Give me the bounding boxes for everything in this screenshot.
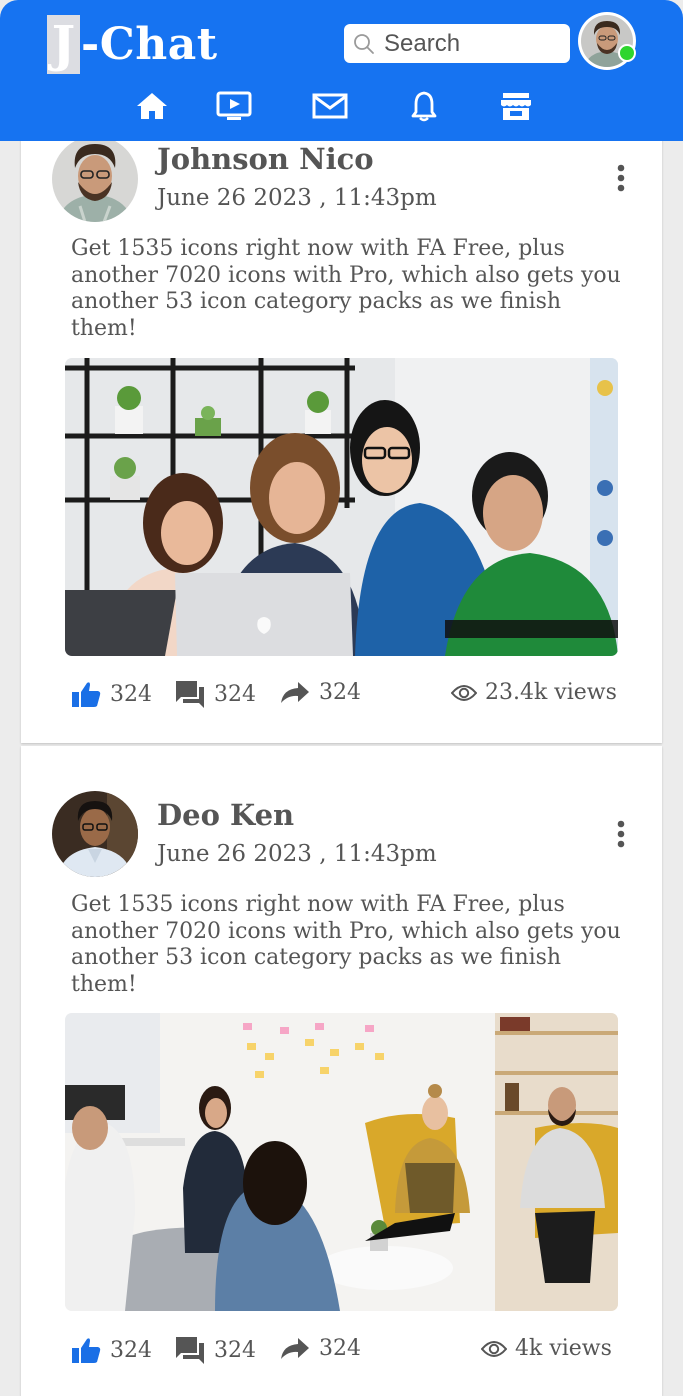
home-icon <box>137 93 167 119</box>
nav-messages[interactable] <box>310 86 350 126</box>
app-logo[interactable]: J -Chat <box>47 14 218 74</box>
online-status-dot <box>618 44 636 62</box>
post-text: Get 1535 icons right now with FA Free, p… <box>71 892 621 997</box>
more-vertical-icon <box>617 820 625 848</box>
nav-video[interactable] <box>214 86 254 126</box>
main-nav <box>0 86 683 126</box>
share-arrow-icon <box>281 1337 309 1359</box>
comment-button[interactable]: 324 <box>175 680 256 708</box>
thumbs-up-icon <box>72 1338 101 1363</box>
post-image[interactable] <box>65 358 618 656</box>
video-icon <box>216 91 252 120</box>
avatar-image <box>52 136 138 222</box>
share-button[interactable]: 324 <box>280 680 361 705</box>
search-input[interactable] <box>382 28 566 59</box>
share-count: 324 <box>319 1336 361 1361</box>
author-name[interactable]: Johnson Nico <box>157 142 374 176</box>
office-meeting-photo <box>65 1013 618 1311</box>
author-avatar[interactable] <box>52 136 138 222</box>
app-header: J -Chat <box>0 0 683 141</box>
share-count: 324 <box>319 680 361 705</box>
team-laptop-photo <box>65 358 618 656</box>
comment-button[interactable]: 324 <box>175 1336 256 1364</box>
search-box[interactable] <box>344 24 570 63</box>
view-count: 4k views <box>481 1336 612 1361</box>
post-card: Johnson Nico June 26 2023 , 11:43pm Get … <box>21 120 662 743</box>
view-count: 23.4k views <box>451 680 617 705</box>
bell-icon <box>411 91 437 122</box>
view-count-label: 23.4k views <box>485 680 617 705</box>
post-date: June 26 2023 , 11:43pm <box>157 185 437 211</box>
like-count: 324 <box>110 681 152 707</box>
logo-text: -Chat <box>81 18 218 70</box>
logo-letter: J <box>47 14 80 74</box>
comment-count: 324 <box>214 681 256 707</box>
comment-icon <box>176 1337 204 1364</box>
post-options-button[interactable] <box>609 814 633 854</box>
share-button[interactable]: 324 <box>280 1336 361 1361</box>
post-date: June 26 2023 , 11:43pm <box>157 841 437 867</box>
author-name[interactable]: Deo Ken <box>157 798 294 832</box>
nav-store[interactable] <box>496 86 536 126</box>
post-options-button[interactable] <box>609 158 633 198</box>
mail-icon <box>312 93 348 119</box>
eye-icon <box>451 684 477 701</box>
nav-home[interactable] <box>132 86 172 126</box>
eye-icon <box>481 1340 507 1357</box>
profile-avatar[interactable] <box>578 12 636 70</box>
like-button[interactable]: 324 <box>71 680 152 708</box>
store-icon <box>501 93 531 120</box>
view-count-label: 4k views <box>515 1336 612 1361</box>
post-text: Get 1535 icons right now with FA Free, p… <box>71 236 621 341</box>
post-card: Deo Ken June 26 2023 , 11:43pm Get 1535 … <box>21 746 662 1396</box>
share-arrow-icon <box>281 681 309 703</box>
nav-notifications[interactable] <box>404 86 444 126</box>
avatar-image <box>52 791 138 877</box>
author-avatar[interactable] <box>52 791 138 877</box>
comment-count: 324 <box>214 1337 256 1363</box>
like-count: 324 <box>110 1337 152 1363</box>
comment-icon <box>176 681 204 708</box>
thumbs-up-icon <box>72 682 101 707</box>
search-icon <box>354 33 374 54</box>
like-button[interactable]: 324 <box>71 1336 152 1364</box>
post-image[interactable] <box>65 1013 618 1311</box>
more-vertical-icon <box>617 164 625 192</box>
